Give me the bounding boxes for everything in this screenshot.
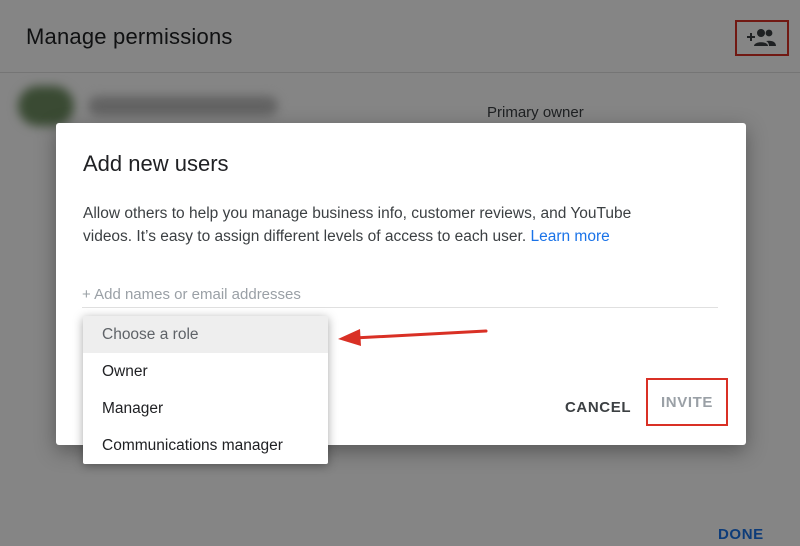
- learn-more-link[interactable]: Learn more: [530, 228, 609, 245]
- manage-permissions-page: Manage permissions Primary owner DONE Ad…: [0, 0, 800, 546]
- role-menu-header[interactable]: Choose a role: [83, 316, 328, 353]
- invite-button[interactable]: INVITE: [646, 378, 728, 426]
- dialog-title: Add new users: [83, 151, 229, 176]
- cancel-button[interactable]: CANCEL: [565, 399, 631, 416]
- role-option-communications-manager[interactable]: Communications manager: [83, 427, 328, 464]
- dialog-description: Allow others to help you manage business…: [83, 202, 683, 248]
- invite-button-label: INVITE: [661, 393, 713, 411]
- role-option-manager[interactable]: Manager: [83, 390, 328, 427]
- invite-email-input[interactable]: [82, 281, 718, 308]
- annotation-arrow-icon: [338, 329, 488, 346]
- role-dropdown-menu: Choose a role Owner Manager Communicatio…: [83, 316, 328, 464]
- role-option-owner[interactable]: Owner: [83, 353, 328, 390]
